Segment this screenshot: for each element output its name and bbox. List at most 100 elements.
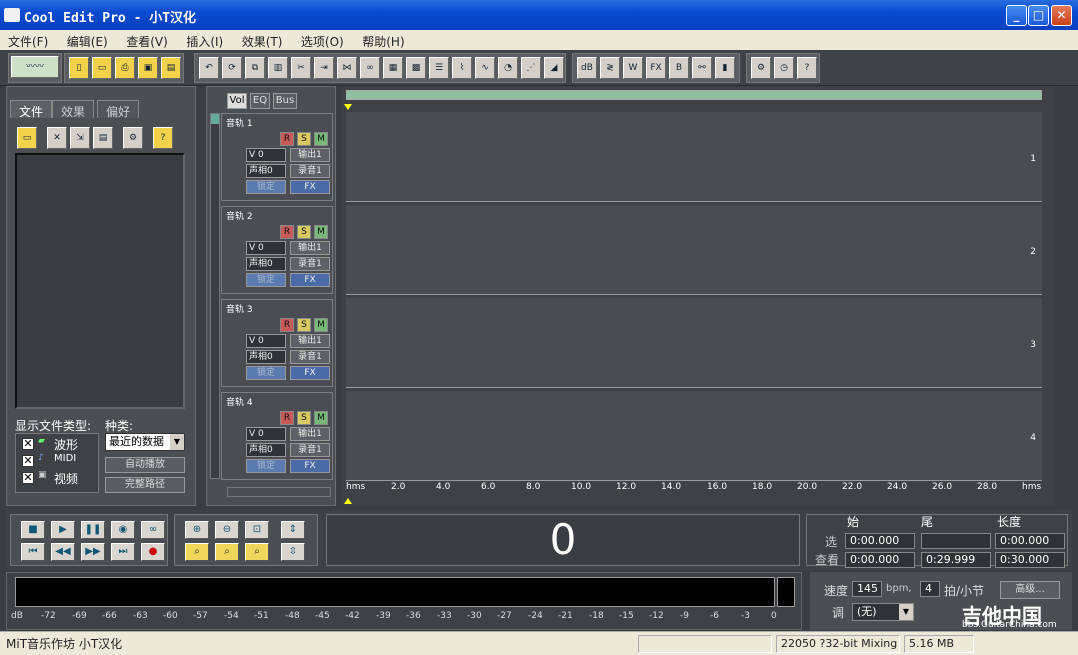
save-all-icon[interactable]: ▤ xyxy=(161,57,181,79)
undo-icon[interactable]: ↶ xyxy=(199,57,219,79)
solo-button[interactable]: S xyxy=(297,132,311,146)
tab-files[interactable]: 文件 xyxy=(10,100,53,119)
record-icon[interactable]: ● xyxy=(141,543,165,561)
fx-button[interactable]: FX xyxy=(290,180,330,194)
track-lane[interactable]: 4 xyxy=(346,391,1042,481)
output-button[interactable]: 输出1 xyxy=(290,334,330,348)
auto-play-button[interactable]: 自动播放 xyxy=(105,457,185,473)
repeat-icon[interactable]: ⟳ xyxy=(222,57,242,79)
advanced-button[interactable]: 高级... xyxy=(1000,581,1060,599)
pan-field[interactable]: 声相0 xyxy=(246,443,286,457)
help-icon[interactable]: ? xyxy=(153,127,173,149)
file-list[interactable] xyxy=(15,153,185,409)
record-input-button[interactable]: 录音1 xyxy=(290,443,330,457)
tab-bus[interactable]: Bus xyxy=(273,93,297,109)
link-icon[interactable]: ⚯ xyxy=(692,57,712,79)
zoom-left-icon[interactable]: ⌕ xyxy=(185,543,209,561)
overview-bar[interactable] xyxy=(346,90,1042,100)
options-icon[interactable]: ⚙ xyxy=(123,127,143,149)
beats-field[interactable]: 4 xyxy=(920,581,940,597)
record-arm-button[interactable]: R xyxy=(280,225,294,239)
rewind-icon[interactable]: ◀◀ xyxy=(51,543,75,561)
fast-forward-icon[interactable]: ▶▶ xyxy=(81,543,105,561)
open-folder-icon[interactable]: ▭ xyxy=(92,57,112,79)
stop-icon[interactable]: ■ xyxy=(21,521,45,539)
zoom-in-vertical-icon[interactable]: ⇕ xyxy=(281,521,305,539)
split-icon[interactable]: ⌇ xyxy=(452,57,472,79)
new-file-icon[interactable]: ▯ xyxy=(69,57,89,79)
menu-effects[interactable]: 效果(T) xyxy=(234,30,290,50)
menu-help[interactable]: 帮助(H) xyxy=(354,30,411,50)
close-button[interactable]: ✕ xyxy=(1051,5,1072,26)
bpm-field[interactable]: 145 xyxy=(852,581,882,597)
fx-button[interactable]: FX xyxy=(290,459,330,473)
view-end-field[interactable]: 0:29.999 xyxy=(921,552,991,568)
fade-icon[interactable]: ◢ xyxy=(544,57,564,79)
mute-button[interactable]: M xyxy=(314,318,328,332)
lock-button[interactable]: 锁定 xyxy=(246,366,286,380)
pan-field[interactable]: 声相0 xyxy=(246,164,286,178)
record-arm-button[interactable]: R xyxy=(280,411,294,425)
output-button[interactable]: 输出1 xyxy=(290,427,330,441)
fx-button[interactable]: FX xyxy=(290,366,330,380)
track-scrollbar[interactable] xyxy=(210,113,220,479)
view-begin-field[interactable]: 0:00.000 xyxy=(845,552,915,568)
menu-view[interactable]: 查看(V) xyxy=(118,30,175,50)
midi-checkbox[interactable]: ✕ xyxy=(22,455,34,467)
key-dropdown[interactable]: (无) ▼ xyxy=(852,603,914,621)
track-hscroll[interactable] xyxy=(227,487,331,497)
menu-edit[interactable]: 编辑(E) xyxy=(59,30,115,50)
zoom-right-icon[interactable]: ⌕ xyxy=(215,543,239,561)
lock-time-icon[interactable]: ◔ xyxy=(498,57,518,79)
open-folder-icon[interactable]: ▭ xyxy=(17,127,37,149)
solo-button[interactable]: S xyxy=(297,411,311,425)
zoom-out-icon[interactable]: ⊖ xyxy=(215,521,239,539)
close-file-icon[interactable]: ✕ xyxy=(47,127,67,149)
lock-button[interactable]: 锁定 xyxy=(246,273,286,287)
mix-paste-icon[interactable]: ⋈ xyxy=(337,57,357,79)
insert-icon[interactable]: ⇲ xyxy=(70,127,90,149)
solo-button[interactable]: S xyxy=(297,318,311,332)
menu-file[interactable]: 文件(F) xyxy=(0,30,55,50)
tab-vol[interactable]: Vol xyxy=(227,93,247,109)
paste-icon[interactable]: ▥ xyxy=(268,57,288,79)
solo-button[interactable]: S xyxy=(297,225,311,239)
waveform-view-icon[interactable]: 〰〰 xyxy=(11,56,59,78)
fx-button[interactable]: FX xyxy=(290,273,330,287)
mute-button[interactable]: M xyxy=(314,132,328,146)
record-arm-button[interactable]: R xyxy=(280,318,294,332)
volume-field[interactable]: V 0 xyxy=(246,241,286,255)
output-button[interactable]: 输出1 xyxy=(290,241,330,255)
scroll-thumb[interactable] xyxy=(211,114,219,124)
selection-end-field[interactable] xyxy=(921,533,991,549)
peak-indicator[interactable] xyxy=(777,577,795,607)
go-start-icon[interactable]: ⏮ xyxy=(21,543,45,561)
volume-field[interactable]: V 0 xyxy=(246,427,286,441)
loop-play-icon[interactable]: ∞ xyxy=(141,521,165,539)
align-icon[interactable]: ☰ xyxy=(429,57,449,79)
waveform-checkbox[interactable]: ✕ xyxy=(22,438,34,450)
time-ruler[interactable]: hms 2.0 4.0 6.0 8.0 10.0 12.0 14.0 16.0 18.0 20.0 2… xyxy=(346,480,1042,498)
help-icon[interactable]: ? xyxy=(797,57,817,79)
end-cursor-marker[interactable] xyxy=(344,498,352,504)
bpm-icon[interactable]: B xyxy=(669,57,689,79)
pan-field[interactable]: 声相0 xyxy=(246,350,286,364)
zoom-full-icon[interactable]: ⊡ xyxy=(245,521,269,539)
track-lane[interactable]: 2 xyxy=(346,205,1042,295)
copy-icon[interactable]: ⧉ xyxy=(245,57,265,79)
crossfade-icon[interactable]: ⋰ xyxy=(521,57,541,79)
selection-length-field[interactable]: 0:00.000 xyxy=(995,533,1065,549)
volume-field[interactable]: V 0 xyxy=(246,148,286,162)
menu-insert[interactable]: 插入(I) xyxy=(178,30,230,50)
mute-button[interactable]: M xyxy=(314,225,328,239)
snap-icon[interactable]: ▦ xyxy=(383,57,403,79)
record-input-button[interactable]: 录音1 xyxy=(290,164,330,178)
play-icon[interactable]: ▶ xyxy=(51,521,75,539)
kind-dropdown[interactable]: 最近的数据 ▼ xyxy=(105,433,185,451)
save-icon[interactable]: ▣ xyxy=(138,57,158,79)
pause-icon[interactable]: ❚❚ xyxy=(81,521,105,539)
video-checkbox[interactable]: ✕ xyxy=(22,472,34,484)
lock-button[interactable]: 锁定 xyxy=(246,459,286,473)
track-lane[interactable]: 3 xyxy=(346,298,1042,388)
loop-icon[interactable]: ∞ xyxy=(360,57,380,79)
